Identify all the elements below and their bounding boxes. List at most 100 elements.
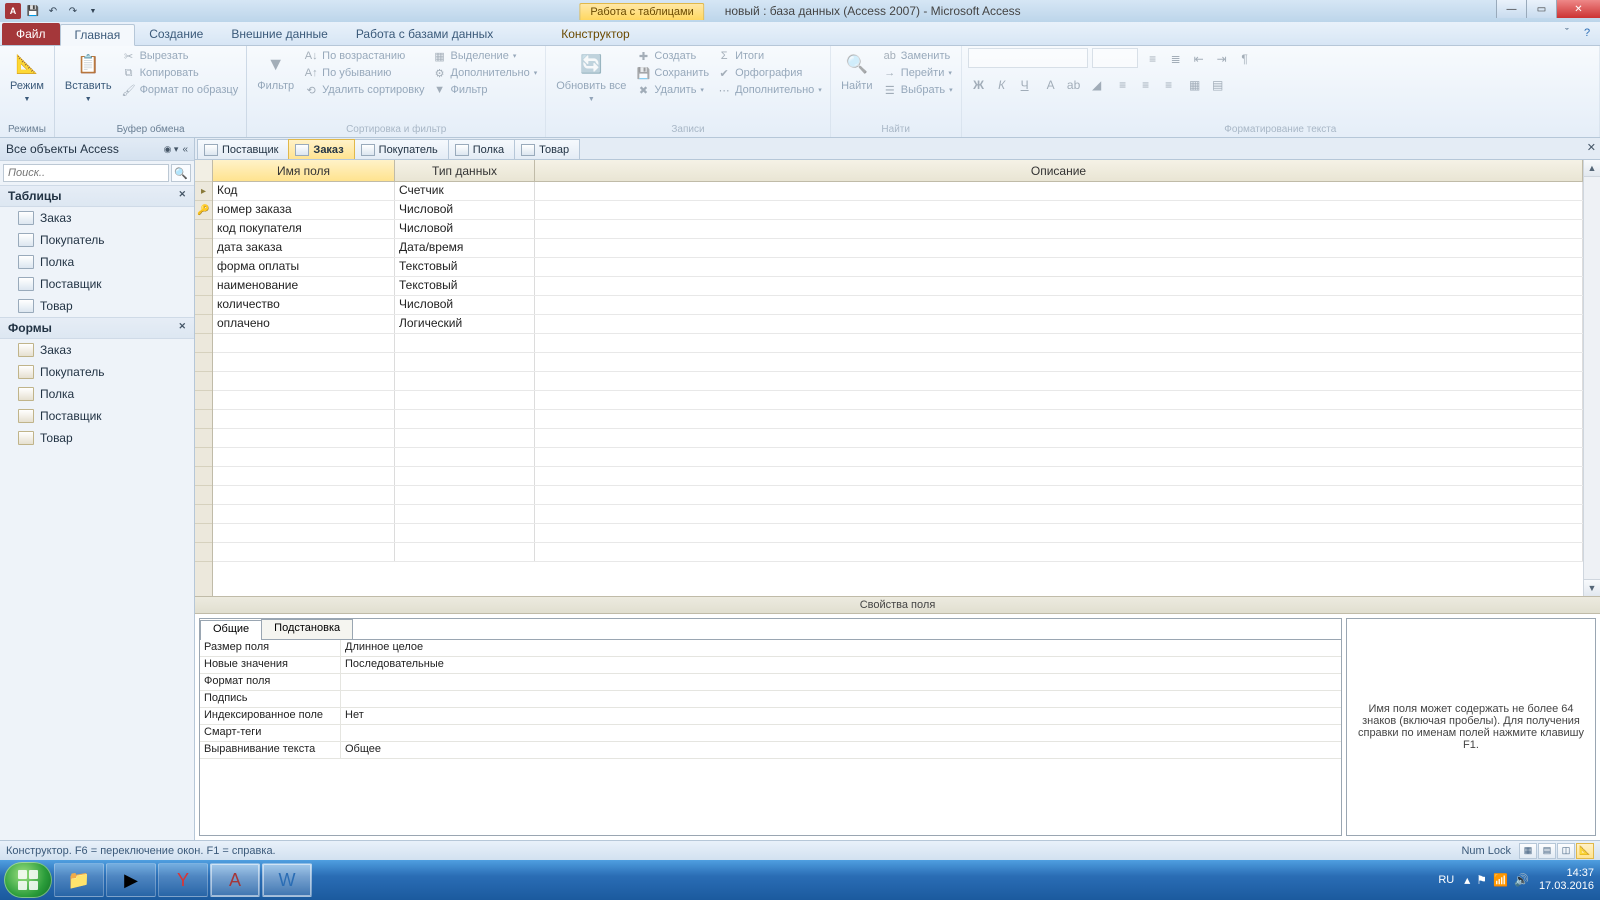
row-selector[interactable]	[195, 391, 212, 410]
text-direction-icon[interactable]: ¶	[1234, 48, 1256, 70]
redo-icon[interactable]: ↷	[64, 2, 82, 20]
field-row[interactable]: КодСчетчик	[213, 182, 1583, 201]
row-selector[interactable]: ▸	[195, 182, 212, 201]
row-selector[interactable]	[195, 277, 212, 296]
field-row[interactable]: количествоЧисловой	[213, 296, 1583, 315]
property-row[interactable]: Выравнивание текстаОбщее	[200, 742, 1341, 759]
save-icon[interactable]: 💾	[24, 2, 42, 20]
tray-up-icon[interactable]: ▴	[1464, 873, 1470, 887]
align-center-icon[interactable]: ≡	[1135, 74, 1157, 96]
row-selector[interactable]	[195, 524, 212, 543]
selection-filter-button[interactable]: ▦Выделение ▾	[431, 48, 540, 64]
nav-collapse-icon[interactable]: «	[182, 144, 188, 155]
row-selector[interactable]	[195, 486, 212, 505]
document-tab[interactable]: Заказ	[288, 139, 354, 159]
document-tab[interactable]: Полка	[448, 139, 515, 159]
row-selector[interactable]	[195, 296, 212, 315]
field-row[interactable]	[213, 505, 1583, 524]
delete-record-button[interactable]: ✖Удалить ▾	[634, 82, 711, 98]
properties-tab-lookup[interactable]: Подстановка	[261, 619, 353, 639]
tray-clock[interactable]: 14:37 17.03.2016	[1539, 867, 1594, 893]
filter-button[interactable]: ▼Фильтр	[253, 48, 298, 94]
tray-volume-icon[interactable]: 🔊	[1514, 873, 1529, 887]
help-icon[interactable]: ?	[1580, 26, 1594, 40]
paste-button[interactable]: 📋Вставить▼	[61, 48, 116, 108]
language-indicator[interactable]: RU	[1438, 874, 1454, 886]
properties-tab-general[interactable]: Общие	[200, 620, 262, 640]
row-selector[interactable]	[195, 353, 212, 372]
indent-increase-icon[interactable]: ⇥	[1211, 48, 1233, 70]
row-selector[interactable]	[195, 372, 212, 391]
field-row[interactable]	[213, 448, 1583, 467]
qat-dropdown-icon[interactable]: ▼	[84, 2, 102, 20]
close-document-icon[interactable]: ✕	[1587, 141, 1596, 154]
gridlines-icon[interactable]: ▦	[1184, 74, 1206, 96]
column-header-description[interactable]: Описание	[535, 160, 1583, 181]
field-row[interactable]	[213, 372, 1583, 391]
row-selector[interactable]	[195, 410, 212, 429]
nav-item[interactable]: Покупатель	[0, 229, 194, 251]
format-painter-button[interactable]: 🖌Формат по образцу	[120, 82, 241, 98]
nav-item[interactable]: Поставщик	[0, 273, 194, 295]
refresh-all-button[interactable]: 🔄Обновить все▼	[552, 48, 630, 108]
copy-button[interactable]: ⧉Копировать	[120, 65, 241, 81]
field-row[interactable]	[213, 467, 1583, 486]
row-selector[interactable]	[195, 543, 212, 562]
nav-item[interactable]: Покупатель	[0, 361, 194, 383]
taskbar-browser[interactable]: Y	[158, 863, 208, 897]
nav-pane-header[interactable]: Все объекты Access ◉ ▾ «	[0, 138, 194, 161]
property-row[interactable]: Формат поля	[200, 674, 1341, 691]
field-row[interactable]	[213, 410, 1583, 429]
field-row[interactable]: номер заказаЧисловой	[213, 201, 1583, 220]
nav-item[interactable]: Полка	[0, 383, 194, 405]
new-record-button[interactable]: ✚Создать	[634, 48, 711, 64]
nav-item[interactable]: Полка	[0, 251, 194, 273]
row-selector[interactable]	[195, 429, 212, 448]
taskbar-explorer[interactable]: 📁	[54, 863, 104, 897]
nav-filter-dropdown-icon[interactable]: ◉ ▾	[160, 144, 183, 155]
maximize-button[interactable]: ▭	[1526, 0, 1556, 18]
ribbon-tab-external[interactable]: Внешние данные	[217, 23, 342, 45]
design-view-icon[interactable]: 📐	[1576, 843, 1594, 859]
field-row[interactable]	[213, 334, 1583, 353]
italic-icon[interactable]: К	[991, 74, 1013, 96]
scroll-down-icon[interactable]: ▼	[1584, 579, 1600, 596]
taskbar-word[interactable]: W	[262, 863, 312, 897]
select-button[interactable]: ☰Выбрать ▾	[881, 82, 955, 98]
underline-icon[interactable]: Ч	[1014, 74, 1036, 96]
nav-item[interactable]: Товар	[0, 295, 194, 317]
row-selector[interactable]: 🔑	[195, 201, 212, 220]
search-icon[interactable]: 🔍	[171, 164, 191, 182]
document-tab[interactable]: Поставщик	[197, 139, 289, 159]
minimize-button[interactable]: ―	[1496, 0, 1526, 18]
tray-network-icon[interactable]: 📶	[1493, 873, 1508, 887]
start-button[interactable]	[4, 862, 52, 898]
bold-icon[interactable]: Ж	[968, 74, 990, 96]
column-header-fieldname[interactable]: Имя поля	[213, 160, 395, 181]
more-records-button[interactable]: ⋯Дополнительно ▾	[715, 82, 824, 98]
property-row[interactable]: Индексированное полеНет	[200, 708, 1341, 725]
goto-button[interactable]: →Перейти ▾	[881, 65, 955, 81]
row-selector[interactable]	[195, 258, 212, 277]
bullets-icon[interactable]: ≡	[1142, 48, 1164, 70]
indent-decrease-icon[interactable]: ⇤	[1188, 48, 1210, 70]
font-size-combo[interactable]	[1092, 48, 1138, 68]
field-row[interactable]: дата заказаДата/время	[213, 239, 1583, 258]
numbering-icon[interactable]: ≣	[1165, 48, 1187, 70]
align-right-icon[interactable]: ≡	[1158, 74, 1180, 96]
nav-item[interactable]: Поставщик	[0, 405, 194, 427]
row-selector[interactable]	[195, 448, 212, 467]
nav-group-header[interactable]: Формы✕	[0, 317, 194, 339]
nav-search-input[interactable]	[3, 164, 169, 182]
field-row[interactable]: код покупателяЧисловой	[213, 220, 1583, 239]
cut-button[interactable]: ✂Вырезать	[120, 48, 241, 64]
field-row[interactable]	[213, 524, 1583, 543]
nav-group-header[interactable]: Таблицы✕	[0, 185, 194, 207]
property-row[interactable]: Новые значенияПоследовательные	[200, 657, 1341, 674]
highlight-icon[interactable]: ab	[1063, 74, 1085, 96]
close-button[interactable]: ✕	[1556, 0, 1600, 18]
undo-icon[interactable]: ↶	[44, 2, 62, 20]
font-family-combo[interactable]	[968, 48, 1088, 68]
field-row[interactable]: наименованиеТекстовый	[213, 277, 1583, 296]
ribbon-tab-create[interactable]: Создание	[135, 23, 217, 45]
